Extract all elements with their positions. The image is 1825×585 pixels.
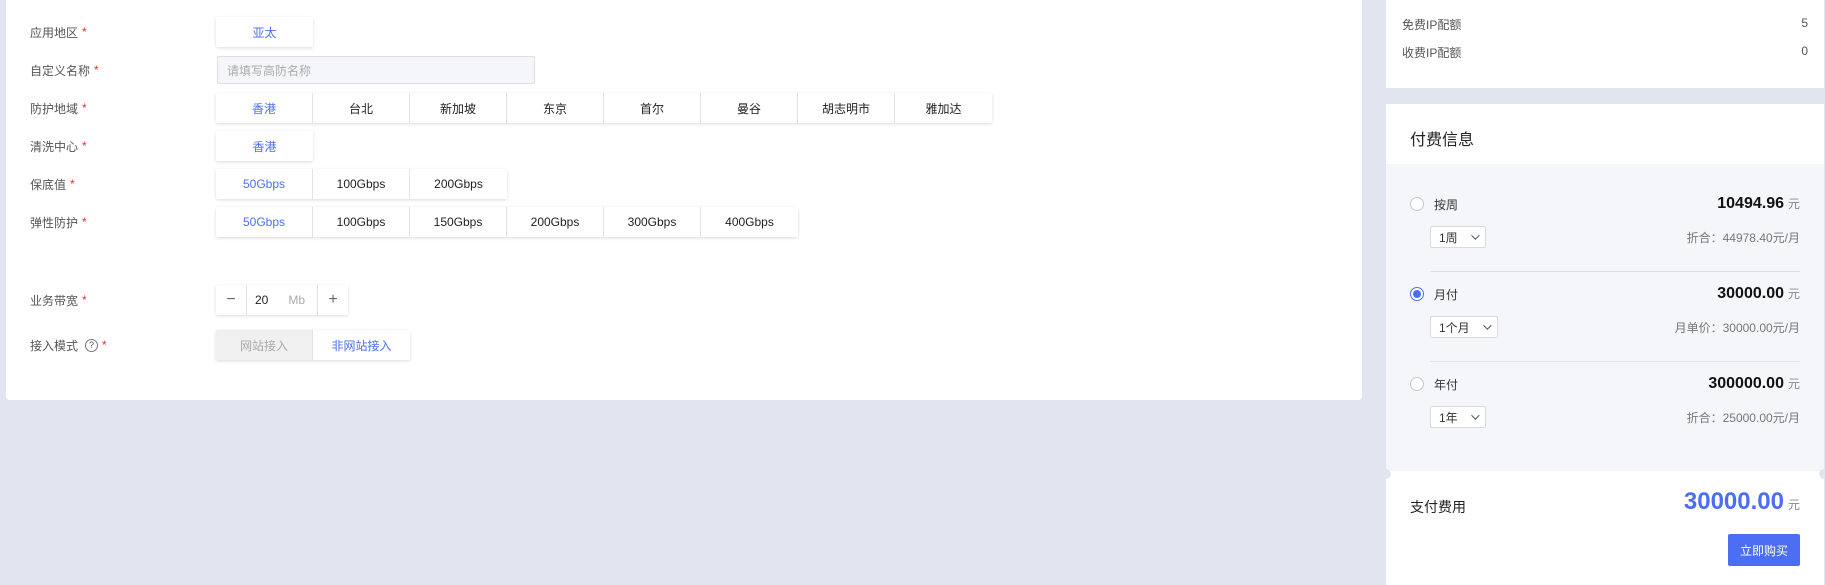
region-options: 亚太 [216,17,313,47]
required-mark: * [82,293,87,307]
paid-quota-row: 收费IP配额 0 [1402,44,1808,60]
access-mode-options: 网站接入 非网站接入 [216,330,410,360]
required-mark: * [82,101,87,115]
access-option-non-website[interactable]: 非网站接入 [313,330,410,360]
help-icon[interactable]: ? [85,338,99,352]
elastic-option-50[interactable]: 50Gbps [216,207,313,237]
plus-button[interactable]: + [318,285,348,315]
required-mark: * [82,25,87,39]
free-quota-row: 免费IP配额 5 [1402,16,1808,32]
elastic-label: 弹性防护 * [30,215,87,230]
region-label: 应用地区 * [30,25,87,40]
area-option-bangkok[interactable]: 曼谷 [701,93,798,123]
chevron-down-icon [1471,411,1480,420]
order-form: 应用地区 * 亚太 自定义名称 * 请填写高防名称 防护地域 * 香港 台北 新加坡 … [6,0,1362,400]
protect-area-options: 香港 台北 新加坡 东京 首尔 曼谷 胡志明市 雅加达 [216,93,992,123]
buy-now-button[interactable]: 立即购买 [1728,534,1800,566]
total-label: 支付费用 [1410,499,1466,515]
elastic-option-400[interactable]: 400Gbps [701,207,798,237]
access-option-website[interactable]: 网站接入 [216,330,313,360]
elastic-options: 50Gbps 100Gbps 150Gbps 200Gbps 300Gbps 4… [216,207,798,237]
clean-option-hongkong[interactable]: 香港 [216,131,313,161]
required-mark: * [102,338,107,352]
area-option-hochiminh[interactable]: 胡志明市 [798,93,895,123]
base-option-100[interactable]: 100Gbps [313,169,410,199]
base-value-label: 保底值 * [30,177,75,192]
bandwidth-label: 业务带宽 * [30,293,87,308]
base-value-options: 50Gbps 100Gbps 200Gbps [216,169,507,199]
required-mark: * [82,215,87,229]
required-mark: * [70,177,75,191]
divider [1430,271,1800,272]
plan-monthly: 月付 30000.00 元 1个月 月单价：30000.00元/月 [1410,284,1800,338]
area-option-jakarta[interactable]: 雅加达 [895,93,992,123]
ticket-notch [1381,469,1391,479]
chevron-down-icon [1471,231,1480,240]
bandwidth-stepper: − 20 Mb + [216,285,348,315]
base-option-50[interactable]: 50Gbps [216,169,313,199]
plan-list: 按周 10494.96 元 1周 折合：44978.40元/月 月付 30000… [1386,164,1824,471]
area-option-tokyo[interactable]: 东京 [507,93,604,123]
payment-card: 付费信息 按周 10494.96 元 1周 折合：44978.40元/月 月付 … [1381,104,1825,585]
region-option-apac[interactable]: 亚太 [216,17,313,47]
base-option-200[interactable]: 200Gbps [410,169,507,199]
total-price: 30000.00 元 [1683,488,1800,515]
period-select-monthly[interactable]: 1个月 [1430,316,1498,338]
elastic-option-200[interactable]: 200Gbps [507,207,604,237]
plan-weekly: 按周 10494.96 元 1周 折合：44978.40元/月 [1410,194,1800,248]
payment-title: 付费信息 [1410,132,1475,149]
period-select-weekly[interactable]: 1周 [1430,226,1486,248]
required-mark: * [82,139,87,153]
ticket-notch [1819,469,1825,479]
area-option-hongkong[interactable]: 香港 [216,93,313,123]
area-option-seoul[interactable]: 首尔 [604,93,701,123]
bandwidth-input[interactable]: 20 Mb [246,285,318,315]
elastic-option-100[interactable]: 100Gbps [313,207,410,237]
plan-yearly: 年付 300000.00 元 1年 折合：25000.00元/月 [1410,374,1800,428]
radio-monthly[interactable] [1410,287,1424,301]
radio-yearly[interactable] [1410,377,1424,391]
elastic-option-150[interactable]: 150Gbps [410,207,507,237]
area-option-taipei[interactable]: 台北 [313,93,410,123]
custom-name-label: 自定义名称 * [30,63,99,78]
period-select-yearly[interactable]: 1年 [1430,406,1486,428]
required-mark: * [94,63,99,77]
minus-button[interactable]: − [216,285,246,315]
chevron-down-icon [1483,321,1492,330]
clean-center-label: 清洗中心 * [30,139,87,154]
access-mode-label: 接入模式 ? * [30,338,107,353]
ip-quota-card: 免费IP配额 5 收费IP配额 0 [1386,0,1824,88]
protect-area-label: 防护地域 * [30,101,87,116]
area-option-singapore[interactable]: 新加坡 [410,93,507,123]
elastic-option-300[interactable]: 300Gbps [604,207,701,237]
custom-name-input[interactable]: 请填写高防名称 [217,56,535,84]
clean-center-options: 香港 [216,131,313,161]
radio-weekly[interactable] [1410,197,1424,211]
divider [1430,361,1800,362]
